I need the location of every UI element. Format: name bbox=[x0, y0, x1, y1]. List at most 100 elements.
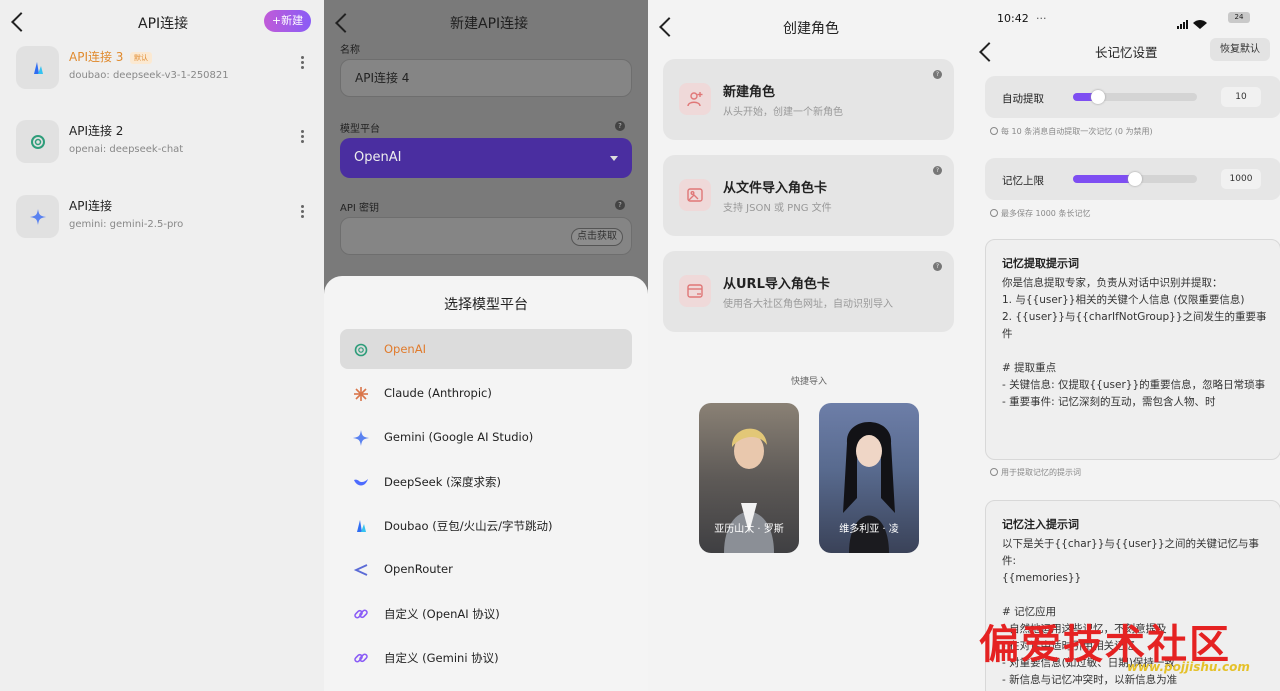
platform-option-doubao[interactable]: Doubao (豆包/火山云/字节跳动) bbox=[340, 505, 632, 545]
memory-limit-input[interactable]: 1000 bbox=[1221, 169, 1261, 189]
info-icon bbox=[990, 209, 998, 217]
page-title: 长记忆设置 bbox=[1095, 45, 1158, 60]
doubao-icon bbox=[16, 46, 59, 89]
hint-text: 每 10 条消息自动提取一次记忆 (0 为禁用) bbox=[1001, 127, 1153, 136]
connection-item[interactable]: API连接 gemini: gemini-2.5-pro bbox=[16, 195, 316, 239]
get-key-button[interactable]: 点击获取 bbox=[571, 228, 623, 246]
memory-limit-row: 记忆上限 1000 bbox=[985, 158, 1280, 200]
watermark-url: www.pojjishu.com bbox=[1127, 660, 1250, 674]
new-connection-button[interactable]: +新建 bbox=[264, 10, 311, 32]
platform-option-openrouter[interactable]: OpenRouter bbox=[340, 549, 632, 589]
platform-option-deepseek[interactable]: DeepSeek (深度求索) bbox=[340, 461, 632, 501]
platform-selected-value: OpenAI bbox=[354, 150, 402, 165]
platform-option-custom-openai[interactable]: 自定义 (OpenAI 协议) bbox=[340, 593, 632, 633]
slider-fill bbox=[1073, 175, 1135, 183]
connection-model: doubao: deepseek-v3-1-250821 bbox=[69, 70, 229, 81]
status-time: 10:42 bbox=[997, 12, 1029, 25]
battery-icon: 24 bbox=[1228, 12, 1250, 23]
status-dots: ··· bbox=[1036, 12, 1047, 25]
gemini-icon bbox=[16, 195, 59, 238]
long-memory-settings-screen: 10:42 ··· 24 长记忆设置 恢复默认 自动提取 10 每 10 条消息… bbox=[970, 0, 1280, 691]
openrouter-icon bbox=[352, 561, 370, 579]
memory-limit-slider[interactable] bbox=[1073, 172, 1197, 186]
reset-default-button[interactable]: 恢复默认 bbox=[1210, 38, 1270, 61]
option-label: 自定义 (OpenAI 协议) bbox=[384, 607, 500, 621]
platform-label: 模型平台 bbox=[340, 124, 380, 135]
api-connections-screen: API连接 +新建 API连接 3 默认 doubao: deepseek-v3… bbox=[0, 0, 324, 691]
platform-select[interactable]: OpenAI bbox=[340, 138, 632, 178]
more-options-icon[interactable] bbox=[296, 203, 308, 223]
card-subtitle: 使用各大社区角色网址，自动识别导入 bbox=[723, 299, 893, 310]
claude-icon bbox=[352, 385, 370, 403]
create-character-screen: 创建角色 新建角色 从头开始，创建一个新角色 ? 从文件导入角色卡 支持 JSO… bbox=[648, 0, 970, 691]
status-icons bbox=[1153, 14, 1223, 29]
back-icon[interactable] bbox=[979, 42, 999, 62]
slider-handle[interactable] bbox=[1128, 172, 1142, 186]
option-label: DeepSeek (深度求索) bbox=[384, 475, 502, 489]
character-portrait[interactable]: 亚历山大 · 罗斯 bbox=[699, 403, 799, 553]
openai-icon bbox=[352, 341, 370, 359]
option-label: 自定义 (Gemini 协议) bbox=[384, 651, 499, 665]
card-title: 从文件导入角色卡 bbox=[723, 181, 828, 196]
deepseek-icon bbox=[352, 473, 370, 491]
help-icon[interactable]: ? bbox=[933, 166, 942, 175]
default-badge: 默认 bbox=[130, 52, 152, 64]
doubao-icon bbox=[352, 517, 370, 535]
more-options-icon[interactable] bbox=[296, 54, 308, 74]
more-options-icon[interactable] bbox=[296, 128, 308, 148]
connection-item[interactable]: API连接 3 默认 doubao: deepseek-v3-1-250821 bbox=[16, 46, 316, 90]
gemini-icon bbox=[352, 429, 370, 447]
hint-text: 用于提取记忆的提示词 bbox=[1001, 468, 1081, 477]
help-icon[interactable]: ? bbox=[933, 262, 942, 271]
extract-prompt-textarea[interactable]: 记忆提取提示词 你是信息提取专家，负责从对话中识别并提取： 1. 与{{user… bbox=[985, 239, 1280, 460]
connection-name: API连接 2 bbox=[69, 124, 124, 138]
page-title: 新建API连接 bbox=[450, 16, 529, 32]
auto-extract-hint: 每 10 条消息自动提取一次记忆 (0 为禁用) bbox=[990, 126, 1153, 137]
card-title: 从URL导入角色卡 bbox=[723, 277, 830, 292]
back-icon[interactable] bbox=[659, 17, 679, 37]
auto-extract-slider[interactable] bbox=[1073, 90, 1197, 104]
import-file-card[interactable]: 从文件导入角色卡 支持 JSON 或 PNG 文件 ? bbox=[663, 155, 954, 236]
platform-option-custom-gemini[interactable]: 自定义 (Gemini 协议) bbox=[340, 637, 632, 677]
option-label: Gemini (Google AI Studio) bbox=[384, 430, 534, 444]
platform-option-openai[interactable]: OpenAI bbox=[340, 329, 632, 369]
chevron-down-icon bbox=[610, 156, 618, 161]
sheet-title: 选择模型平台 bbox=[444, 297, 528, 313]
back-icon[interactable] bbox=[11, 12, 31, 32]
import-url-card[interactable]: 从URL导入角色卡 使用各大社区角色网址，自动识别导入 ? bbox=[663, 251, 954, 332]
auto-extract-label: 自动提取 bbox=[1002, 93, 1044, 105]
site-watermark: 偏爱技术社区 www.pojjishu.com bbox=[975, 612, 1275, 682]
api-key-label: API 密钥 bbox=[340, 203, 379, 214]
link-icon bbox=[352, 649, 370, 667]
connection-name: API连接 3 bbox=[69, 50, 124, 64]
new-character-card[interactable]: 新建角色 从头开始，创建一个新角色 ? bbox=[663, 59, 954, 140]
info-icon bbox=[990, 468, 998, 476]
extract-prompt-text: 你是信息提取专家，负责从对话中识别并提取： 1. 与{{user}}相关的关键个… bbox=[1002, 277, 1267, 408]
platform-option-gemini[interactable]: Gemini (Google AI Studio) bbox=[340, 417, 632, 457]
slider-handle[interactable] bbox=[1090, 90, 1105, 104]
help-icon[interactable]: ? bbox=[933, 70, 942, 79]
connection-name: API连接 bbox=[69, 199, 112, 213]
card-subtitle: 从头开始，创建一个新角色 bbox=[723, 107, 843, 118]
name-input[interactable]: API连接 4 bbox=[340, 59, 632, 97]
api-key-input[interactable]: 点击获取 bbox=[340, 217, 632, 255]
extract-prompt-title: 记忆提取提示词 bbox=[1002, 257, 1079, 270]
help-icon[interactable]: ? bbox=[615, 200, 625, 210]
option-label: OpenRouter bbox=[384, 562, 453, 576]
connection-model: openai: deepseek-chat bbox=[69, 144, 184, 155]
new-api-connection-screen: 新建API连接 名称 API连接 4 模型平台 ? OpenAI API 密钥 … bbox=[324, 0, 648, 691]
auto-extract-input[interactable]: 10 bbox=[1221, 87, 1261, 107]
quick-import-label: 快捷导入 bbox=[790, 377, 827, 387]
platform-option-claude[interactable]: Claude (Anthropic) bbox=[340, 373, 632, 413]
page-title: 创建角色 bbox=[783, 21, 839, 37]
help-icon[interactable]: ? bbox=[615, 121, 625, 131]
auto-extract-row: 自动提取 10 bbox=[985, 76, 1280, 118]
memory-limit-hint: 最多保存 1000 条长记忆 bbox=[990, 208, 1090, 219]
memory-limit-label: 记忆上限 bbox=[1002, 175, 1044, 187]
option-label: Claude (Anthropic) bbox=[384, 386, 492, 400]
user-plus-icon bbox=[679, 83, 711, 115]
connection-item[interactable]: API连接 2 openai: deepseek-chat bbox=[16, 120, 316, 164]
character-portrait[interactable]: 维多利亚 · 凌 bbox=[819, 403, 919, 553]
card-title: 新建角色 bbox=[723, 85, 776, 100]
back-icon[interactable] bbox=[335, 13, 355, 33]
